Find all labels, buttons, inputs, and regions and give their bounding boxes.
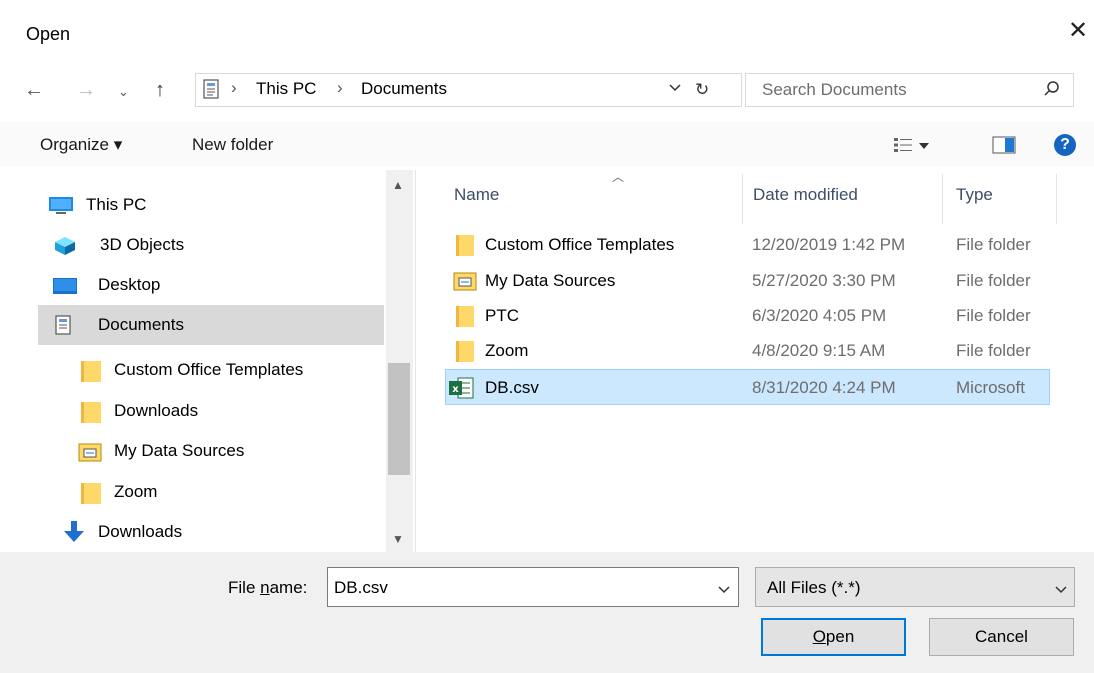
documents-icon xyxy=(203,79,219,99)
file-row[interactable]: My Data Sources 5/27/2020 3:30 PM File f… xyxy=(445,263,1050,299)
column-header-date-modified[interactable]: Date modified xyxy=(753,185,858,205)
folder-icon xyxy=(81,483,101,504)
excel-file-icon: x xyxy=(449,377,474,399)
column-divider[interactable] xyxy=(942,174,943,224)
nav-item-3d-objects[interactable]: 3D Objects xyxy=(38,225,386,265)
scroll-up-icon[interactable]: ▲ xyxy=(392,178,404,192)
scroll-down-icon[interactable]: ▼ xyxy=(392,532,404,546)
file-name-value: DB.csv xyxy=(334,578,388,597)
pc-icon xyxy=(49,197,73,214)
column-header-type[interactable]: Type xyxy=(956,185,993,205)
file-name-label: File name: xyxy=(228,578,308,597)
file-type-value: All Files (*.*) xyxy=(767,578,861,597)
up-arrow-icon[interactable]: ↑ xyxy=(155,78,165,102)
close-icon[interactable]: ✕ xyxy=(1066,18,1090,44)
nav-item-this-pc[interactable]: This PC xyxy=(38,185,386,225)
nav-item-my-data-sources[interactable]: My Data Sources xyxy=(38,431,386,471)
search-placeholder: Search Documents xyxy=(762,80,907,99)
file-row[interactable]: Custom Office Templates 12/20/2019 1:42 … xyxy=(445,227,1050,263)
data-sources-folder-icon xyxy=(453,272,477,291)
nav-item-downloads[interactable]: Downloads xyxy=(38,512,386,548)
search-icon[interactable] xyxy=(1043,80,1061,98)
view-options-icon[interactable] xyxy=(893,136,913,154)
view-dropdown-icon[interactable] xyxy=(918,141,930,151)
nav-scrollbar[interactable] xyxy=(386,170,413,552)
nav-item-documents[interactable]: Documents xyxy=(38,305,384,345)
chevron-down-icon[interactable] xyxy=(717,582,731,596)
nav-item-zoom[interactable]: Zoom xyxy=(38,472,386,512)
pane-divider[interactable] xyxy=(415,170,416,552)
file-row[interactable]: Zoom 4/8/2020 9:15 AM File folder xyxy=(445,333,1050,369)
breadcrumb-separator-icon: › xyxy=(337,78,343,97)
file-name-input[interactable] xyxy=(327,567,739,607)
downloads-icon xyxy=(64,521,84,542)
folder-icon xyxy=(456,235,474,256)
organize-button[interactable]: Organize ▾ xyxy=(40,135,122,155)
chevron-down-icon[interactable] xyxy=(668,80,682,94)
3d-objects-icon xyxy=(55,237,75,255)
data-sources-folder-icon xyxy=(78,443,102,462)
breadcrumb-this-pc[interactable]: This PC xyxy=(256,79,316,99)
refresh-icon[interactable]: ↻ xyxy=(695,80,709,100)
breadcrumb-separator-icon: › xyxy=(231,78,237,97)
column-divider[interactable] xyxy=(742,174,743,224)
documents-icon xyxy=(55,315,71,335)
sort-ascending-icon: ︿ xyxy=(612,170,625,184)
nav-item-desktop[interactable]: Desktop xyxy=(38,265,386,305)
window-title: Open xyxy=(26,24,71,44)
recent-locations-chevron-icon[interactable]: ⌄ xyxy=(118,80,129,104)
svg-text:x: x xyxy=(452,384,459,395)
column-divider[interactable] xyxy=(1056,174,1057,224)
nav-scrollbar-thumb[interactable] xyxy=(388,363,410,475)
folder-icon xyxy=(456,306,474,327)
folder-icon xyxy=(456,341,474,362)
open-button[interactable]: Open xyxy=(761,618,906,656)
file-row-selected[interactable]: x DB.csv 8/31/2020 4:24 PM Microsoft xyxy=(445,369,1050,405)
back-arrow-icon[interactable]: ← xyxy=(24,78,44,102)
column-header-name[interactable]: Name xyxy=(454,185,499,205)
breadcrumb-documents[interactable]: Documents xyxy=(361,79,447,99)
new-folder-button[interactable]: New folder xyxy=(192,135,273,155)
cancel-button[interactable]: Cancel xyxy=(929,618,1074,656)
help-icon[interactable]: ? xyxy=(1054,134,1076,156)
chevron-down-icon[interactable] xyxy=(1054,582,1068,596)
nav-item-downloads-folder[interactable]: Downloads xyxy=(38,391,386,431)
nav-item-custom-office-templates[interactable]: Custom Office Templates xyxy=(38,350,386,390)
folder-icon xyxy=(81,361,101,382)
forward-arrow-icon[interactable]: → xyxy=(76,78,96,102)
file-row[interactable]: PTC 6/3/2020 4:05 PM File folder xyxy=(445,298,1050,334)
desktop-icon xyxy=(53,278,77,294)
preview-pane-icon[interactable] xyxy=(992,136,1016,154)
folder-icon xyxy=(81,402,101,423)
